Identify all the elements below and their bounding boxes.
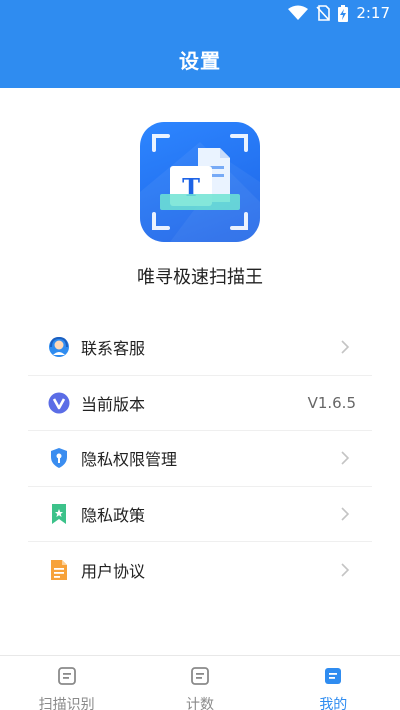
- doc-tab-icon: [190, 666, 210, 690]
- tab-label: 扫描识别: [38, 697, 95, 710]
- menu-item-privacy-permissions[interactable]: 隐私权限管理: [28, 431, 372, 487]
- tab-label: 计数: [185, 697, 214, 710]
- app-name: 唯寻极速扫描王: [137, 267, 263, 288]
- no-sim-icon: [316, 5, 331, 21]
- menu-item-label: 用户协议: [81, 561, 146, 581]
- menu-item-user-agreement[interactable]: 用户协议: [28, 542, 372, 598]
- menu-item-privacy-policy[interactable]: 隐私政策: [28, 487, 372, 542]
- menu-item-label: 隐私权限管理: [81, 450, 178, 470]
- app-logo-icon: T: [140, 122, 260, 242]
- doc-tab-icon: [57, 666, 77, 690]
- status-time: 2:17: [356, 4, 390, 22]
- wifi-icon: [288, 5, 309, 21]
- tab-label: 我的: [319, 697, 348, 710]
- tab-mine[interactable]: 我的: [267, 656, 400, 710]
- menu-item-label: 当前版本: [81, 394, 146, 414]
- menu-item-label: 隐私政策: [81, 505, 146, 525]
- headset-icon: [47, 335, 71, 359]
- chevron-right-icon: [340, 562, 350, 578]
- bottom-tab-bar: 扫描识别 计数 我的: [0, 655, 400, 710]
- version-icon: [47, 391, 71, 415]
- chevron-right-icon: [340, 339, 350, 355]
- chevron-right-icon: [340, 506, 350, 522]
- status-bar: 2:17: [0, 0, 400, 26]
- page-title: 设置: [179, 49, 221, 73]
- version-value: V1.6.5: [307, 393, 356, 412]
- tab-count[interactable]: 计数: [133, 656, 266, 710]
- settings-menu: 联系客服 当前版本 V1.6.5 隐私权限管理 隐私政策 用户协议: [28, 320, 372, 598]
- battery-charging-icon: [338, 4, 349, 22]
- shield-icon: [47, 446, 71, 470]
- menu-item-current-version[interactable]: 当前版本 V1.6.5: [28, 376, 372, 431]
- tab-scan-recognize[interactable]: 扫描识别: [0, 656, 133, 710]
- top-app-bar: 2:17 设置: [0, 0, 400, 88]
- bookmark-icon: [47, 502, 71, 526]
- menu-item-label: 联系客服: [81, 339, 146, 359]
- document-icon: [47, 558, 71, 582]
- doc-tab-icon: [323, 666, 343, 690]
- menu-item-contact-support[interactable]: 联系客服: [28, 320, 372, 376]
- chevron-right-icon: [340, 450, 350, 466]
